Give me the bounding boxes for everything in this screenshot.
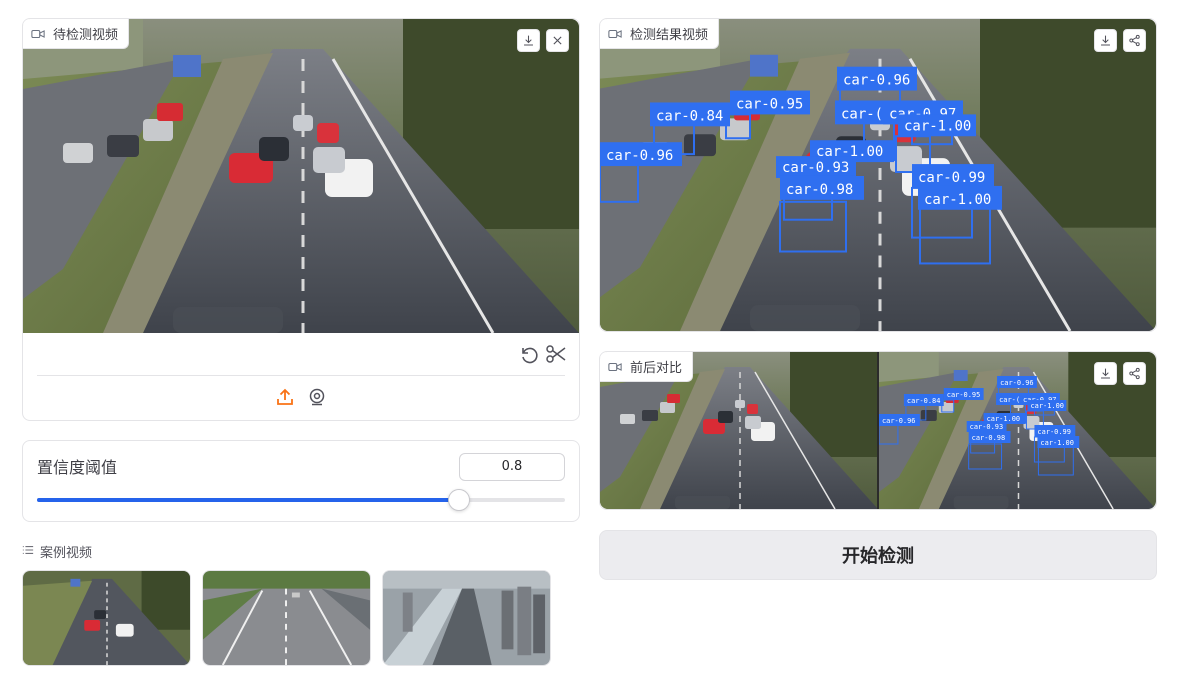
download-icon[interactable] (1094, 362, 1117, 385)
input-video-actions (517, 29, 569, 52)
detection-label: car-0.96 (882, 417, 916, 425)
result-video-label-text: 检测结果视频 (630, 28, 709, 43)
result-video-panel: car-0.96 car-0.84 car-0.95 car-(car-0.97 car… (599, 18, 1157, 332)
result-video-label: 检测结果视频 (600, 19, 720, 49)
detection-label: car-1.00 (904, 118, 971, 134)
compare-video-label-text: 前后对比 (630, 361, 683, 376)
confidence-panel: 置信度阈值 0.8 (22, 440, 580, 522)
detection-label: car-0.98 (786, 182, 853, 198)
share-icon[interactable] (1123, 29, 1146, 52)
video-camera-icon (608, 27, 622, 41)
examples-label: 案例视频 (40, 546, 93, 561)
close-icon[interactable] (546, 29, 569, 52)
example-video-1[interactable] (22, 570, 191, 666)
share-icon[interactable] (1123, 362, 1146, 385)
compare-split-line[interactable] (877, 352, 879, 509)
detection-label: car-( (999, 396, 1020, 404)
slider-thumb[interactable] (448, 489, 471, 511)
input-video-panel: 待检测视频 (22, 18, 580, 421)
detection-label: car-( (841, 106, 883, 122)
video-camera-icon (31, 27, 45, 41)
download-icon[interactable] (1094, 29, 1117, 52)
list-icon (22, 544, 34, 560)
compare-video-label: 前后对比 (600, 352, 694, 382)
example-video-3[interactable] (382, 570, 551, 666)
detection-label: car-1.00 (1030, 402, 1064, 410)
video-camera-icon (608, 360, 622, 374)
detection-label: car-0.99 (918, 170, 985, 186)
detection-label: car-0.93 (782, 160, 849, 176)
result-video-actions (1094, 29, 1146, 52)
example-thumbnails (22, 570, 551, 666)
compare-video-actions (1094, 362, 1146, 385)
input-video-label: 待检测视频 (23, 19, 130, 49)
confidence-label: 置信度阈值 (37, 458, 118, 477)
detection-label: car-0.95 (947, 391, 981, 399)
start-detection-button[interactable]: 开始检测 (599, 530, 1157, 580)
upload-icon[interactable] (275, 387, 295, 407)
example-video-2[interactable] (202, 570, 371, 666)
detection-label: car-0.84 (907, 397, 941, 405)
scissors-icon[interactable] (545, 343, 567, 365)
detection-label: car-0.96 (843, 73, 910, 89)
input-video-frame[interactable] (23, 19, 579, 333)
compare-video-panel: car-0.96 car-0.84 car-0.95 car-(car-0.97 car… (599, 351, 1157, 510)
confidence-number-input[interactable]: 0.8 (459, 453, 565, 481)
download-icon[interactable] (517, 29, 540, 52)
confidence-slider[interactable] (37, 489, 565, 511)
detection-label: car-0.84 (656, 108, 723, 124)
detection-label: car-0.93 (970, 423, 1004, 431)
detection-label: car-0.96 (1000, 379, 1034, 387)
examples-header: 案例视频 (22, 542, 92, 561)
webcam-icon[interactable] (307, 387, 327, 407)
input-video-label-text: 待检测视频 (53, 28, 119, 43)
detection-label: car-1.00 (1040, 439, 1074, 447)
detection-label: car-0.98 (972, 434, 1006, 442)
detection-label: car-0.95 (736, 96, 803, 112)
divider (37, 375, 565, 376)
detection-label: car-1.00 (924, 192, 991, 208)
detection-label: car-0.96 (606, 148, 673, 164)
slider-fill (37, 498, 460, 502)
detection-label: car-0.99 (1037, 428, 1071, 436)
undo-icon[interactable] (517, 343, 539, 365)
result-video-frame[interactable]: car-0.96 car-0.84 car-0.95 car-(car-0.97 car… (600, 19, 1156, 331)
